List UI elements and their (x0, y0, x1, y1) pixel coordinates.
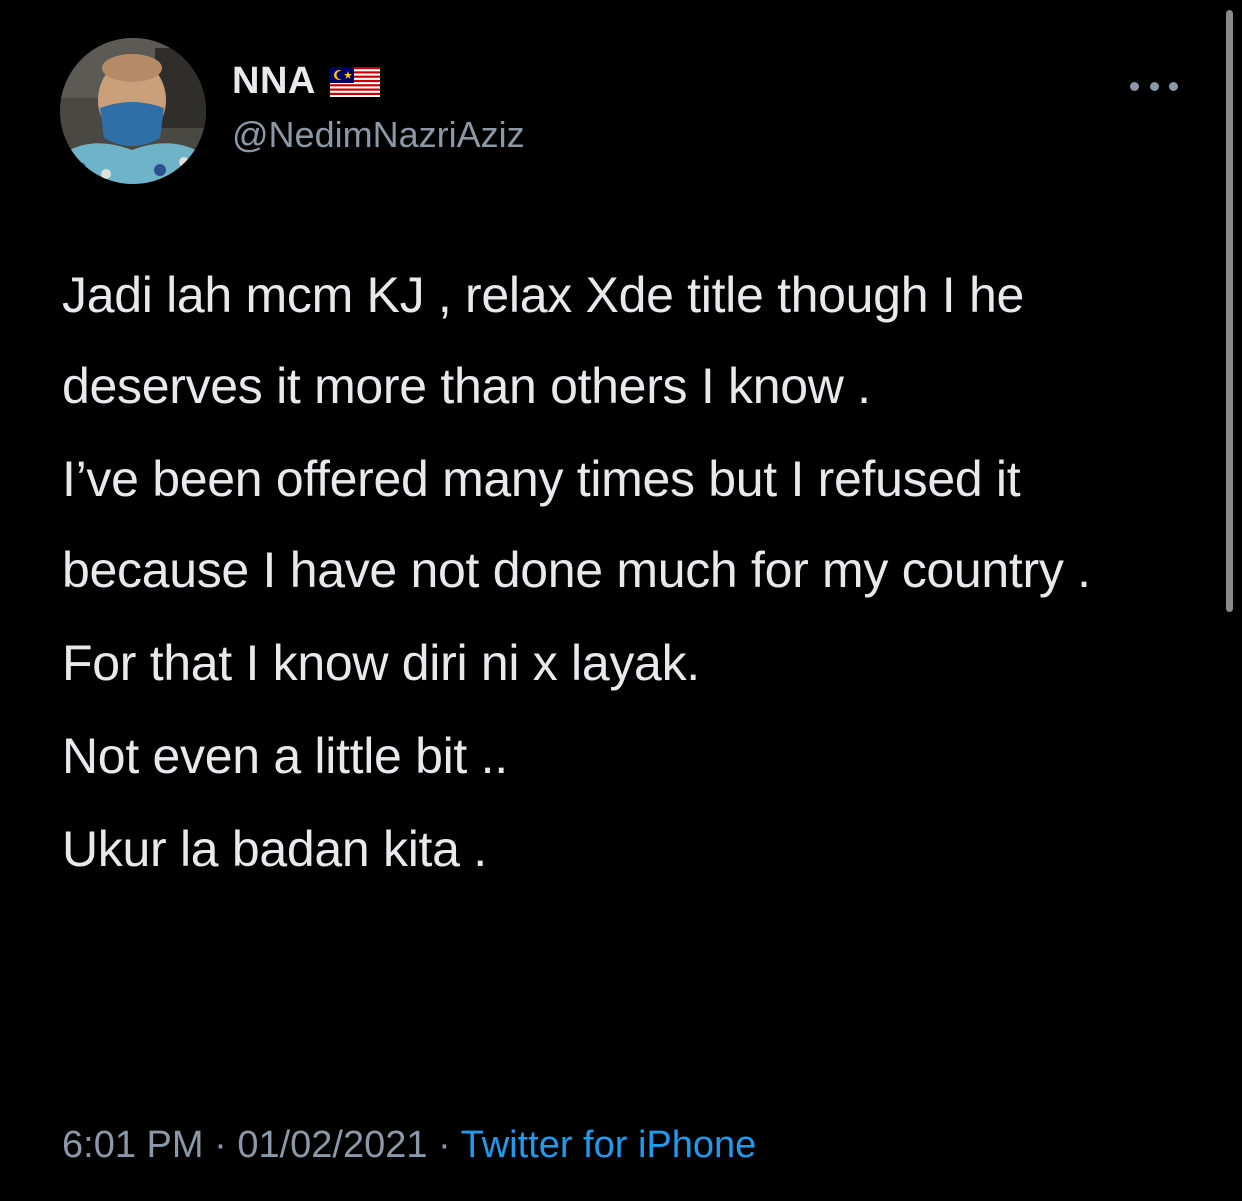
tweet-text: Jadi lah mcm KJ , relax Xde title though… (62, 250, 1182, 895)
separator: · (427, 1124, 461, 1166)
tweet: NNA @NedimNazriAziz Jadi lah mcm KJ , re… (0, 0, 1242, 1201)
tweet-source-link[interactable]: Twitter for iPhone (461, 1124, 757, 1166)
tweet-paragraph: I’ve been offered many times but I refus… (62, 451, 1091, 598)
tweet-date[interactable]: 01/02/2021 (237, 1124, 427, 1166)
malaysia-flag-icon (329, 66, 380, 97)
tweet-paragraph: For that I know diri ni x layak. (62, 635, 700, 691)
tweet-time[interactable]: 6:01 PM (62, 1124, 204, 1166)
tweet-paragraph: Jadi lah mcm KJ , relax Xde title though… (62, 267, 1024, 414)
tweet-paragraph: Ukur la badan kita . (62, 821, 487, 877)
avatar[interactable] (60, 38, 206, 184)
dot (1149, 81, 1159, 91)
display-name[interactable]: NNA (232, 60, 316, 103)
avatar-image (60, 38, 206, 184)
dot (1169, 81, 1178, 91)
user-handle[interactable]: @NedimNazriAziz (232, 114, 525, 156)
ellipsis-icon[interactable] (1130, 74, 1178, 98)
tweet-paragraph: Not even a little bit .. (62, 728, 508, 784)
scrollbar[interactable] (1226, 10, 1233, 612)
tweet-meta: 6:01 PM · 01/02/2021 · Twitter for iPhon… (62, 1124, 756, 1167)
separator: · (203, 1124, 238, 1166)
user-name-row[interactable]: NNA (232, 60, 380, 103)
dot (1130, 81, 1139, 91)
